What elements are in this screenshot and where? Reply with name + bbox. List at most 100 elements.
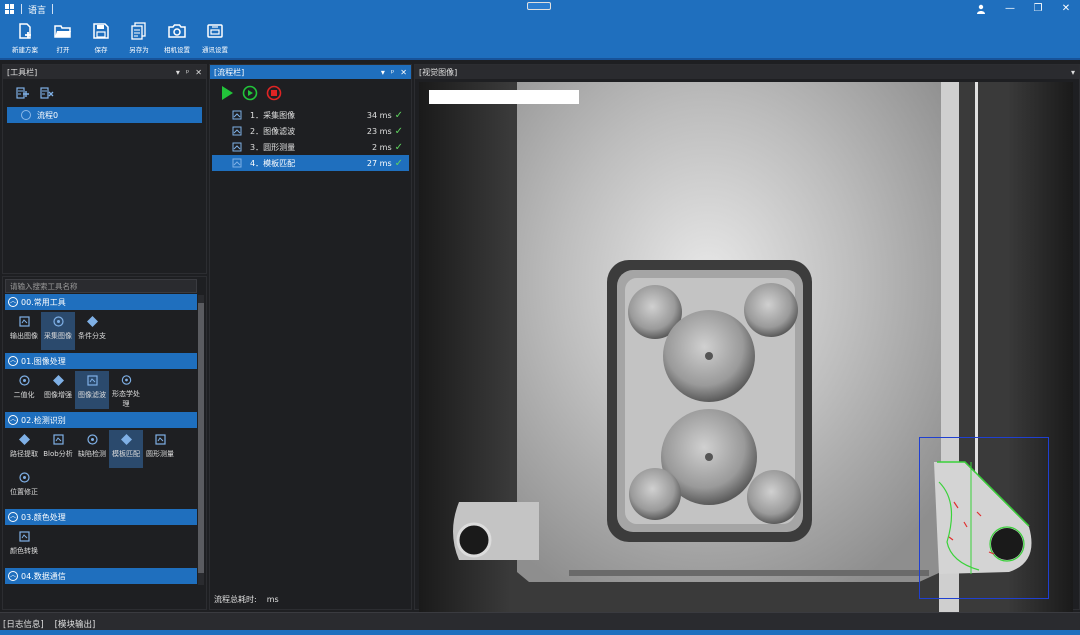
tool-item[interactable]: 条件分支 [75,312,109,350]
collapse-icon: ︿ [8,415,18,425]
step-label: 1．采集图像 [250,110,296,120]
save-as-icon [131,22,146,40]
flow-step[interactable]: 1．采集图像 34 ms ✓ [212,107,409,123]
vision-image-canvas[interactable]: X:0024 Y:0099 | R:015 G:015 B:015 [419,82,1073,612]
run-continuous-icon[interactable] [242,85,258,101]
restore-button[interactable]: ❐ [1024,0,1052,18]
tool-icon [52,316,64,327]
tool-label: Blob分析 [43,450,73,458]
tool-panel-header: [工具栏] ▾ ᵖ ✕ [3,65,206,79]
tool-item[interactable]: 路径提取 [7,430,41,468]
tool-label: 模板匹配 [112,450,140,458]
tool-label: 圆形测量 [146,450,174,458]
windows-logo-icon [5,4,15,14]
tool-item[interactable]: 位置修正 [7,468,41,506]
panel-dropdown-icon[interactable]: ▾ [381,68,385,77]
step-icon [232,110,242,120]
category-header[interactable]: ︿ 01.图像处理 [5,353,197,369]
minimize-button[interactable]: — [996,0,1024,18]
tab-log-info[interactable]: [日志信息] [3,618,44,630]
tool-label: 条件分支 [78,332,106,340]
camera-settings-button[interactable]: 相机设置 [158,18,196,54]
communication-settings-button[interactable]: 通讯设置 [196,18,234,54]
tab-module-output[interactable]: [模块输出] [55,618,96,630]
new-file-icon [19,23,31,39]
tool-item[interactable]: Blob分析 [41,430,75,468]
tool-icon [18,531,30,542]
tool-item[interactable]: 输出图像 [7,312,41,350]
tool-label: 颜色转换 [10,547,38,555]
image-viewer-header: [视觉图像] ▾ [415,65,1079,79]
tool-item[interactable]: 形态学处理 [109,371,143,409]
user-icon[interactable] [976,4,986,14]
remove-flow-icon[interactable] [39,85,55,101]
tool-item[interactable]: 缺陷检测 [75,430,109,468]
tool-icon [18,472,30,483]
library-scrollbar[interactable] [198,295,204,585]
flow-step[interactable]: 2．图像滤波 23 ms ✓ [212,123,409,139]
collapse-toolbar-button[interactable] [527,2,551,10]
step-time: 34 ms [366,110,392,120]
flow-panel-header: [流程栏] ▾ ᵖ ✕ [210,65,411,79]
save-as-button[interactable]: 另存为 [120,18,158,54]
tool-icon [18,375,30,386]
tool-label: 形态学处理 [112,390,140,408]
tool-item[interactable]: 模板匹配 [109,430,143,468]
category-title: 04.数据通信 [21,571,66,581]
collapse-icon: ︿ [8,297,18,307]
tool-item[interactable]: 图像增强 [41,371,75,409]
flow-total-time: 流程总耗时: ms [214,595,279,604]
category-title: 01.图像处理 [21,356,66,366]
category-header[interactable]: ︿ 00.常用工具 [5,294,197,310]
flow-step[interactable]: 3．圆形测量 2 ms ✓ [212,139,409,155]
close-window-button[interactable]: ✕ [1052,0,1080,18]
camera-icon [168,24,186,38]
panel-dropdown-icon[interactable]: ▾ [176,68,180,77]
tool-icon [86,375,98,386]
category-header[interactable]: ︿ 04.数据通信 [5,568,197,584]
category-header[interactable]: ︿ 03.颜色处理 [5,509,197,525]
open-button[interactable]: 打开 [44,18,82,54]
category-header[interactable]: ︿ 02.检测识别 [5,412,197,428]
tool-label: 输出图像 [10,332,38,340]
add-flow-icon[interactable] [15,85,31,101]
tool-icon [121,375,131,385]
close-panel-icon[interactable]: ✕ [195,68,202,77]
tool-item[interactable]: 颜色转换 [7,527,41,565]
flow-step[interactable]: 4．模板匹配 27 ms ✓ [212,155,409,171]
flow-panel: [流程栏] ▾ ᵖ ✕ 1．采集图像 34 ms ✓ 2．图像滤波 23 ms ✓ 3．圆形测量… [209,64,412,610]
check-icon: ✓ [394,157,403,169]
language-menu[interactable]: 语言 [28,3,46,16]
tool-label: 采集图像 [44,332,72,340]
pin-icon[interactable]: ᵖ [186,68,189,77]
step-label: 2．图像滤波 [250,126,296,136]
tool-label: 缺陷检测 [78,450,106,458]
tool-icon [52,375,64,386]
tool-label: 位置修正 [10,488,38,496]
run-once-icon[interactable] [220,85,234,101]
pin-icon[interactable]: ᵖ [391,68,394,77]
tool-icon [120,434,132,445]
step-time: 27 ms [366,158,392,168]
panel-dropdown-icon[interactable]: ▾ [1071,68,1075,77]
flow-list-item[interactable]: 流程0 [7,107,202,123]
folder-open-icon [54,25,71,38]
tool-item[interactable]: 采集图像 [41,312,75,350]
collapse-icon: ︿ [8,571,18,581]
title-bar: 语言 — ❐ ✕ [0,0,1080,18]
tool-label: 图像增强 [44,391,72,399]
stop-icon[interactable] [266,85,282,101]
template-match-roi[interactable] [919,437,1049,599]
tool-search-input[interactable]: 请输入搜索工具名称 [5,279,197,293]
save-button[interactable]: 保存 [82,18,120,54]
tool-item[interactable]: 图像滤波 [75,371,109,409]
step-label: 4．模板匹配 [250,158,296,168]
step-icon [232,126,242,136]
tool-icon [52,434,64,445]
tool-item[interactable]: 二值化 [7,371,41,409]
tool-item[interactable]: 圆形测量 [143,430,177,468]
tool-label: 图像滤波 [78,391,106,399]
close-panel-icon[interactable]: ✕ [400,68,407,77]
new-solution-button[interactable]: 新建方案 [6,18,44,54]
tool-icon [154,434,166,445]
